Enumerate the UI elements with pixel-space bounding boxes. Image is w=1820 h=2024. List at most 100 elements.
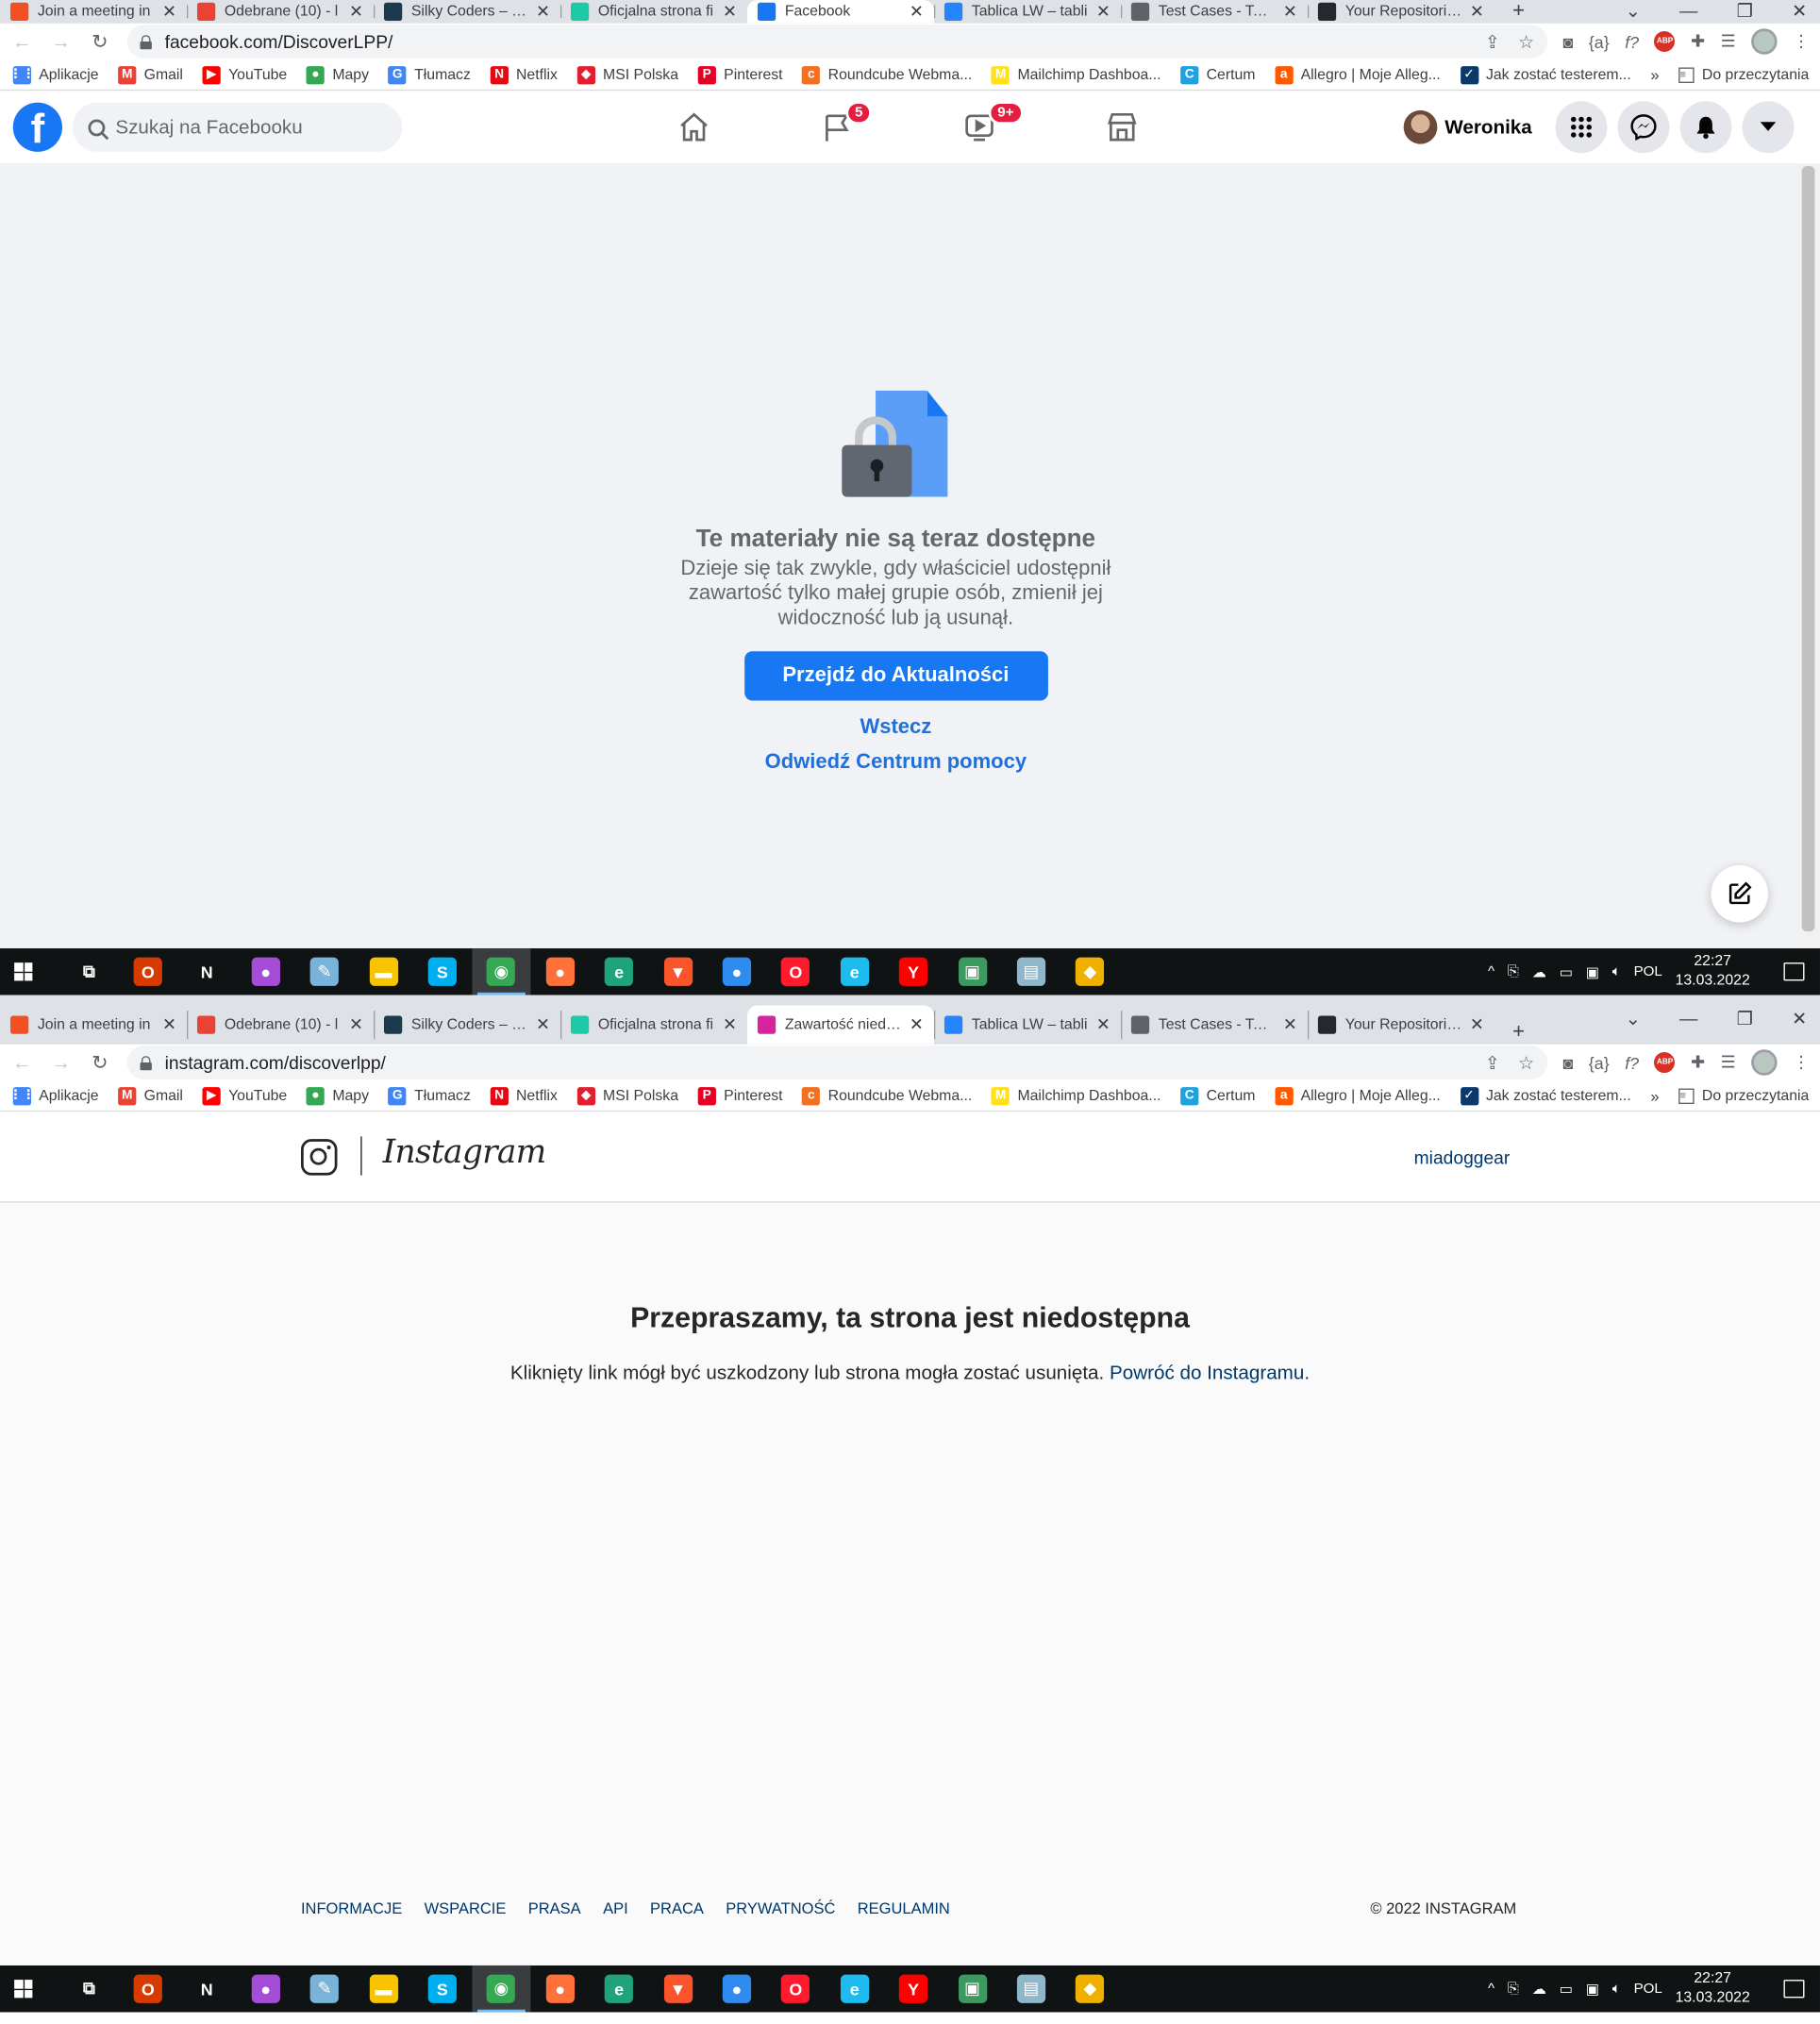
adblock-plus-icon[interactable]: ABP — [1654, 1052, 1676, 1074]
taskbar-app[interactable]: e — [590, 948, 648, 995]
close-icon[interactable]: ✕ — [723, 1, 737, 22]
bookmark-item[interactable]: M Gmail — [118, 65, 183, 84]
close-icon[interactable]: ✕ — [536, 1014, 550, 1035]
taskbar-app[interactable]: N — [177, 1965, 236, 2012]
volume-icon[interactable]: 🔈︎ — [1612, 1981, 1621, 1998]
username-link[interactable]: miadoggear — [1414, 1146, 1511, 1167]
bookmarks-overflow-chevron[interactable]: » — [1650, 65, 1659, 83]
close-icon[interactable]: ✕ — [723, 1014, 737, 1035]
browser-tab[interactable]: Your Repositories ✕ — [1307, 0, 1494, 24]
close-icon[interactable]: ✕ — [910, 1014, 924, 1035]
notification-center-icon[interactable] — [1783, 1980, 1805, 1999]
bookmark-item[interactable]: N Netflix — [490, 65, 558, 84]
browser-tab[interactable]: Join a meeting in ✕ — [0, 1006, 187, 1045]
bookmark-item[interactable]: P Pinterest — [697, 1086, 783, 1105]
taskbar-app[interactable]: ◆ — [1060, 1965, 1119, 2012]
taskbar-app[interactable]: O — [766, 948, 825, 995]
browser-tab[interactable]: Odebrane (10) - l ✕ — [186, 1006, 374, 1045]
url-input[interactable]: facebook.com/DiscoverLPP/ ⇪ ☆ — [126, 25, 1547, 59]
star-bookmark-icon[interactable]: ☆ — [1518, 30, 1534, 52]
network-icon[interactable]: ▣ — [1586, 1981, 1599, 1997]
reload-icon[interactable]: ↻ — [88, 30, 111, 53]
taskbar-app[interactable]: ◉ — [472, 948, 531, 995]
camera-extension-icon[interactable]: ◙ — [1562, 1053, 1573, 1073]
taskbar-app[interactable]: ▣ — [943, 948, 1001, 995]
taskbar-app[interactable]: ● — [531, 1965, 590, 2012]
tab-search-chevron-icon[interactable]: ⌄ — [1626, 1008, 1641, 1029]
bookmark-item[interactable]: ✓ Jak zostać testerem... — [1460, 1086, 1631, 1105]
facebook-search-input[interactable]: Szukaj na Facebooku — [72, 102, 403, 152]
taskbar-app[interactable]: N — [177, 948, 236, 995]
taskbar-app[interactable]: O — [766, 1965, 825, 2012]
taskbar-app[interactable]: ▬ — [354, 948, 412, 995]
lock-icon[interactable] — [140, 1055, 152, 1070]
taskbar-app[interactable]: ● — [236, 1965, 294, 2012]
close-icon[interactable]: ✕ — [910, 1, 924, 22]
taskbar-app[interactable]: Y — [884, 948, 943, 995]
new-tab-icon[interactable]: + — [1502, 1021, 1535, 1045]
formula-extension-icon[interactable]: f? — [1625, 32, 1639, 52]
windows-start-button[interactable] — [0, 948, 46, 995]
url-text[interactable]: instagram.com/discoverlpp/ — [165, 1052, 386, 1073]
browser-tab[interactable]: Join a meeting in ✕ — [0, 0, 187, 24]
bookmark-item[interactable]: ● Mapy — [306, 65, 369, 84]
bookmark-item[interactable]: G Tłumacz — [388, 65, 471, 84]
taskbar-app[interactable]: ✎ — [295, 1965, 354, 2012]
footer-link[interactable]: PRACA — [650, 1899, 704, 1917]
bookmark-item[interactable]: M Mailchimp Dashboa... — [991, 1086, 1160, 1105]
reading-list-button[interactable]: ≡ Do przeczytania — [1678, 66, 1809, 83]
reading-list-icon[interactable]: ☰ — [1721, 31, 1736, 52]
nav-marketplace[interactable] — [1051, 91, 1194, 163]
restore-icon[interactable]: ❐ — [1737, 1008, 1753, 1029]
page-scrollbar[interactable] — [1796, 163, 1820, 949]
taskbar-app[interactable]: ● — [236, 948, 294, 995]
taskbar-app[interactable]: ⧉ — [59, 948, 118, 995]
new-message-button[interactable] — [1711, 865, 1768, 923]
windows-start-button[interactable] — [0, 1965, 46, 2012]
close-icon[interactable]: ✕ — [1470, 1014, 1484, 1035]
taskbar-app[interactable]: O — [119, 948, 177, 995]
show-hidden-icons-chevron[interactable]: ^ — [1488, 1981, 1494, 1996]
close-icon[interactable]: ✕ — [1096, 1, 1110, 22]
chrome-menu-icon[interactable]: ⋮ — [1793, 31, 1810, 52]
bookmark-item[interactable]: ⋮⋮ Aplikacje — [9, 1086, 99, 1105]
close-icon[interactable]: ✕ — [1283, 1, 1297, 22]
adblock-plus-icon[interactable]: ABP — [1654, 30, 1676, 52]
bookmark-item[interactable]: ▶ YouTube — [202, 65, 287, 84]
taskbar-app[interactable]: ▤ — [1002, 948, 1060, 995]
nav-home[interactable] — [623, 91, 765, 163]
close-icon[interactable]: ✕ — [536, 1, 550, 22]
puzzle-extensions-icon[interactable]: ✚ — [1691, 31, 1705, 52]
browser-tab[interactable]: Facebook ✕ — [746, 0, 934, 24]
close-icon[interactable]: ✕ — [1283, 1014, 1297, 1035]
bookmark-item[interactable]: N Netflix — [490, 1086, 558, 1105]
meet-now-icon[interactable]: ⎘ — [1508, 963, 1519, 980]
go-to-news-feed-button[interactable]: Przejdź do Aktualności — [743, 651, 1048, 701]
forward-arrow-icon[interactable]: → — [49, 30, 73, 52]
nav-watch[interactable]: 9+ — [908, 91, 1050, 163]
help-center-link[interactable]: Odwiedź Centrum pomocy — [0, 751, 1792, 775]
profile-avatar[interactable] — [1751, 28, 1778, 55]
browser-tab[interactable]: Oficjalna strona fi ✕ — [559, 1006, 747, 1045]
taskbar-app[interactable]: S — [413, 948, 472, 995]
tab-search-chevron-icon[interactable]: ⌄ — [1626, 0, 1641, 22]
close-icon[interactable]: ✕ — [1096, 1014, 1110, 1035]
browser-tab[interactable]: Tablica LW – tabli ✕ — [933, 0, 1121, 24]
taskbar-app[interactable]: ▬ — [354, 1965, 412, 2012]
battery-icon[interactable]: ▭ — [1560, 1981, 1573, 1997]
taskbar-app[interactable]: ⧉ — [59, 1965, 118, 2012]
footer-link[interactable]: PRASA — [528, 1899, 581, 1917]
json-extension-icon[interactable]: {a} — [1589, 1053, 1610, 1073]
bookmark-item[interactable]: ◆ MSI Polska — [576, 1086, 678, 1105]
bookmark-item[interactable]: a Allegro | Moje Alleg... — [1275, 1086, 1441, 1105]
bookmark-item[interactable]: c Roundcube Webma... — [802, 65, 972, 84]
star-bookmark-icon[interactable]: ☆ — [1518, 1051, 1534, 1073]
url-input[interactable]: instagram.com/discoverlpp/ ⇪ ☆ — [126, 1045, 1547, 1079]
taskbar-app[interactable]: Y — [884, 1965, 943, 2012]
bookmark-item[interactable]: ● Mapy — [306, 1086, 369, 1105]
taskbar-app[interactable]: ▼ — [648, 948, 707, 995]
account-menu-button[interactable] — [1742, 101, 1795, 154]
network-icon[interactable]: ▣ — [1586, 963, 1599, 979]
taskbar-app[interactable]: ● — [531, 948, 590, 995]
onedrive-cloud-icon[interactable]: ☁ — [1532, 963, 1546, 979]
